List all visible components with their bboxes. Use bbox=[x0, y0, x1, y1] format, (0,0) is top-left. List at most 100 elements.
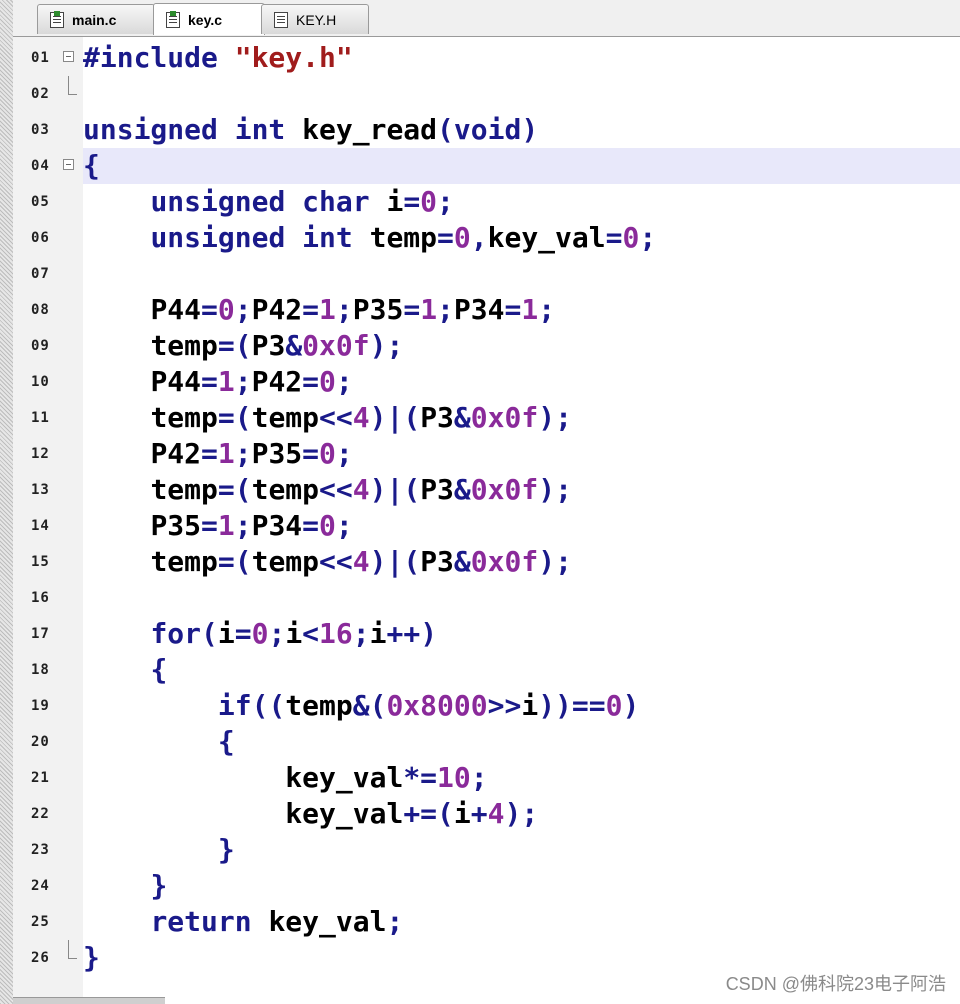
fold-toggle-icon[interactable] bbox=[63, 159, 74, 170]
file-tab-bar: main.c key.c KEY.H bbox=[13, 0, 960, 37]
code-text: } bbox=[150, 869, 168, 902]
code-line[interactable]: 08 P44=0;P42=1;P35=1;P34=1; bbox=[13, 292, 960, 328]
code-text-area[interactable]: { bbox=[83, 652, 960, 688]
code-text-area[interactable]: temp=(temp<<4)|(P3&0x0f); bbox=[83, 472, 960, 508]
code-line[interactable]: 14 P35=1;P34=0; bbox=[13, 508, 960, 544]
code-editor[interactable]: 01 #include "key.h" 02 03 unsigned int key_r… bbox=[13, 37, 960, 1004]
code-text-area[interactable] bbox=[83, 256, 960, 292]
line-number: 16 bbox=[31, 590, 50, 606]
line-number: 12 bbox=[31, 446, 50, 462]
code-text-area[interactable]: P44=0;P42=1;P35=1;P34=1; bbox=[83, 292, 960, 328]
line-number: 10 bbox=[31, 374, 50, 390]
line-number: 02 bbox=[31, 86, 50, 102]
code-text: unsigned char i=0; bbox=[150, 185, 454, 218]
code-line[interactable]: 23 } bbox=[13, 832, 960, 868]
code-text-area[interactable]: key_val*=10; bbox=[83, 760, 960, 796]
code-text-area[interactable]: unsigned int temp=0,key_val=0; bbox=[83, 220, 960, 256]
code-line[interactable]: 19 if((temp&(0x8000>>i))==0) bbox=[13, 688, 960, 724]
tab-key-c[interactable]: key.c bbox=[153, 3, 265, 35]
code-text-area[interactable]: P35=1;P34=0; bbox=[83, 508, 960, 544]
line-number: 08 bbox=[31, 302, 50, 318]
code-line[interactable]: 24 } bbox=[13, 868, 960, 904]
code-text-area[interactable]: } bbox=[83, 868, 960, 904]
code-line[interactable]: 21 key_val*=10; bbox=[13, 760, 960, 796]
code-text-area[interactable]: { bbox=[83, 724, 960, 760]
code-text-area[interactable] bbox=[83, 76, 960, 112]
code-text: unsigned int key_read(void) bbox=[83, 113, 539, 146]
code-text-area[interactable]: temp=(temp<<4)|(P3&0x0f); bbox=[83, 400, 960, 436]
source-file-icon bbox=[50, 10, 64, 28]
line-number: 04 bbox=[31, 158, 50, 174]
line-number: 19 bbox=[31, 698, 50, 714]
code-text: } bbox=[217, 833, 235, 866]
line-number: 18 bbox=[31, 662, 50, 678]
code-text: temp=(temp<<4)|(P3&0x0f); bbox=[150, 401, 572, 434]
line-number: 11 bbox=[31, 410, 50, 426]
line-number: 15 bbox=[31, 554, 50, 570]
line-number: 23 bbox=[31, 842, 50, 858]
code-line[interactable]: 09 temp=(P3&0x0f); bbox=[13, 328, 960, 364]
code-line[interactable]: 16 bbox=[13, 580, 960, 616]
code-line[interactable]: 17 for(i=0;i<16;i++) bbox=[13, 616, 960, 652]
line-number: 01 bbox=[31, 50, 50, 66]
code-text-area[interactable]: P42=1;P35=0; bbox=[83, 436, 960, 472]
code-line[interactable]: 25 return key_val; bbox=[13, 904, 960, 940]
code-text: P35=1;P34=0; bbox=[150, 509, 353, 542]
line-number: 07 bbox=[31, 266, 50, 282]
horizontal-scrollbar[interactable] bbox=[13, 997, 165, 1004]
code-text-area[interactable]: temp=(temp<<4)|(P3&0x0f); bbox=[83, 544, 960, 580]
line-number: 22 bbox=[31, 806, 50, 822]
code-text-area[interactable]: unsigned int key_read(void) bbox=[83, 112, 960, 148]
code-line[interactable]: 18 { bbox=[13, 652, 960, 688]
line-number: 20 bbox=[31, 734, 50, 750]
code-text-area[interactable]: P44=1;P42=0; bbox=[83, 364, 960, 400]
code-line[interactable]: 12 P42=1;P35=0; bbox=[13, 436, 960, 472]
line-number: 03 bbox=[31, 122, 50, 138]
code-text-area[interactable]: { bbox=[83, 148, 960, 184]
code-line[interactable]: 07 bbox=[13, 256, 960, 292]
line-number: 17 bbox=[31, 626, 50, 642]
code-text: { bbox=[217, 725, 235, 758]
code-text: P42=1;P35=0; bbox=[150, 437, 353, 470]
code-text-area[interactable]: } bbox=[83, 832, 960, 868]
code-line[interactable]: 11 temp=(temp<<4)|(P3&0x0f); bbox=[13, 400, 960, 436]
code-text-area[interactable] bbox=[83, 580, 960, 616]
code-text-area[interactable]: for(i=0;i<16;i++) bbox=[83, 616, 960, 652]
code-text-area[interactable]: #include "key.h" bbox=[83, 40, 960, 76]
code-line[interactable]: 02 bbox=[13, 76, 960, 112]
line-number: 14 bbox=[31, 518, 50, 534]
tab-label: main.c bbox=[72, 11, 117, 28]
code-text-area[interactable]: if((temp&(0x8000>>i))==0) bbox=[83, 688, 960, 724]
tab-main-c[interactable]: main.c bbox=[37, 4, 155, 34]
code-line[interactable]: 10 P44=1;P42=0; bbox=[13, 364, 960, 400]
line-number: 13 bbox=[31, 482, 50, 498]
code-line[interactable]: 06 unsigned int temp=0,key_val=0; bbox=[13, 220, 960, 256]
code-line[interactable]: 03 unsigned int key_read(void) bbox=[13, 112, 960, 148]
code-text: if((temp&(0x8000>>i))==0) bbox=[217, 689, 640, 722]
watermark: CSDN @佛科院23电子阿浩 bbox=[725, 974, 946, 994]
code-text-area[interactable]: return key_val; bbox=[83, 904, 960, 940]
code-text-area[interactable]: unsigned char i=0; bbox=[83, 184, 960, 220]
code-text-area[interactable]: key_val+=(i+4); bbox=[83, 796, 960, 832]
tab-label: key.c bbox=[188, 11, 222, 28]
line-number: 26 bbox=[31, 950, 50, 966]
code-text-area[interactable]: temp=(P3&0x0f); bbox=[83, 328, 960, 364]
fold-end-marker bbox=[68, 940, 77, 959]
code-line[interactable]: 22 key_val+=(i+4); bbox=[13, 796, 960, 832]
code-text: key_val*=10; bbox=[285, 761, 488, 794]
code-text: { bbox=[83, 149, 100, 182]
code-text: unsigned int temp=0,key_val=0; bbox=[150, 221, 657, 254]
code-line[interactable]: 01 #include "key.h" bbox=[13, 40, 960, 76]
tab-key-h[interactable]: KEY.H bbox=[261, 4, 369, 34]
fold-end-marker bbox=[68, 76, 77, 95]
line-number: 21 bbox=[31, 770, 50, 786]
code-text: temp=(temp<<4)|(P3&0x0f); bbox=[150, 473, 572, 506]
fold-toggle-icon[interactable] bbox=[63, 51, 74, 62]
code-text: temp=(temp<<4)|(P3&0x0f); bbox=[150, 545, 572, 578]
source-file-icon bbox=[166, 10, 180, 28]
code-line[interactable]: 04 { bbox=[13, 148, 960, 184]
code-line[interactable]: 15 temp=(temp<<4)|(P3&0x0f); bbox=[13, 544, 960, 580]
code-line[interactable]: 13 temp=(temp<<4)|(P3&0x0f); bbox=[13, 472, 960, 508]
code-line[interactable]: 05 unsigned char i=0; bbox=[13, 184, 960, 220]
code-line[interactable]: 20 { bbox=[13, 724, 960, 760]
